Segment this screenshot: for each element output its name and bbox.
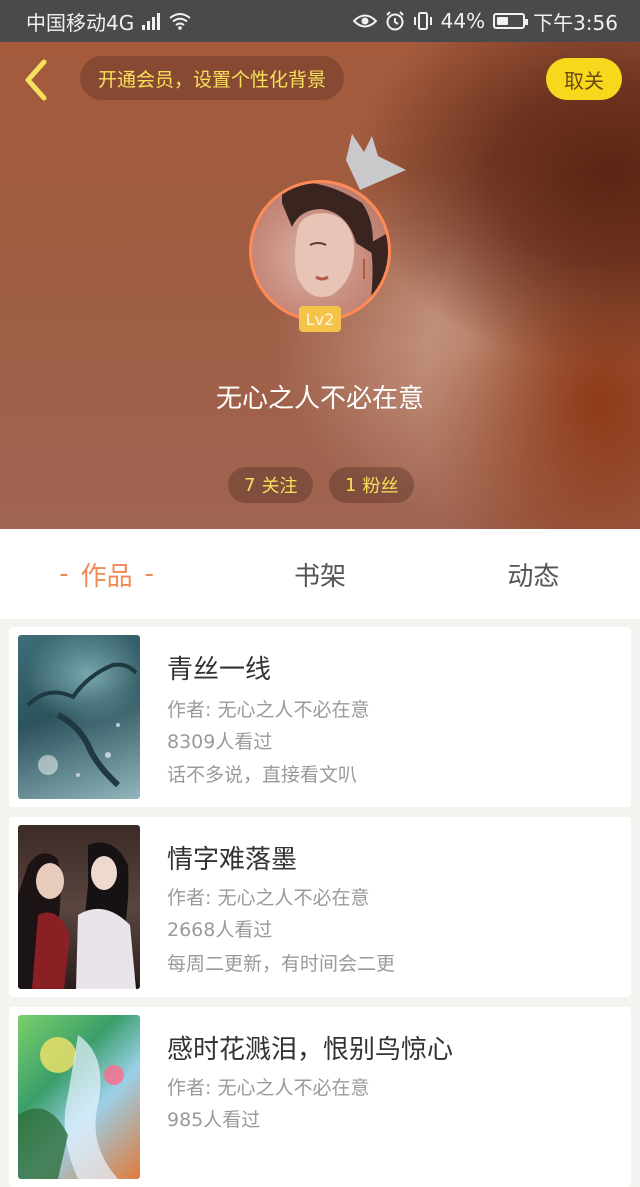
vip-prompt-text: 开通会员，设置个性化背景 xyxy=(98,68,327,91)
work-views: 985人看过 xyxy=(167,1109,261,1131)
profile-header: 开通会员，设置个性化背景 取关 Lv2 无心之人不必在意 7 关注 1 粉丝 xyxy=(0,42,640,529)
work-description: 每周二更新，有时间会二更 xyxy=(167,953,396,975)
work-title: 情字难落墨 xyxy=(167,845,298,875)
eye-icon xyxy=(352,14,377,28)
dragon-artwork-icon xyxy=(26,662,138,788)
followers-count-button[interactable]: 1 粉丝 xyxy=(329,467,415,503)
work-views: 8309人看过 xyxy=(167,731,273,753)
work-author: 作者: 无心之人不必在意 xyxy=(167,699,370,721)
work-cover-image xyxy=(18,1015,140,1179)
tab-works-decoration-left: - xyxy=(59,559,69,589)
username: 无心之人不必在意 xyxy=(215,384,424,414)
work-author: 作者: 无心之人不必在意 xyxy=(167,887,370,909)
two-figures-artwork-icon xyxy=(18,842,140,989)
tab-activity-label: 动态 xyxy=(507,561,560,592)
tab-bookshelf[interactable]: 书架 xyxy=(213,529,426,619)
avatar[interactable] xyxy=(249,180,391,322)
following-count: 7 xyxy=(244,474,256,496)
chevron-left-icon xyxy=(25,59,47,101)
following-count-button[interactable]: 7 关注 xyxy=(228,467,314,503)
signal-icon xyxy=(142,12,161,30)
tab-works-label: 作品 xyxy=(80,561,133,592)
work-cover-image xyxy=(18,635,140,799)
tab-works-decoration-right: - xyxy=(144,559,155,589)
tab-works[interactable]: - 作品 - xyxy=(0,529,213,619)
unfollow-button[interactable]: 取关 xyxy=(546,58,622,100)
work-card[interactable]: 青丝一线 作者: 无心之人不必在意 8309人看过 话不多说，直接看文叭 xyxy=(9,627,631,807)
work-author: 作者: 无心之人不必在意 xyxy=(167,1077,370,1099)
tab-activity[interactable]: 动态 xyxy=(427,529,640,619)
clock: 下午3:56 xyxy=(533,10,618,35)
status-bar: 中国移动4G 44% 下午3:56 xyxy=(0,0,640,42)
work-title: 感时花溅泪，恨别鸟惊心 xyxy=(167,1035,454,1065)
vip-background-prompt[interactable]: 开通会员，设置个性化背景 xyxy=(80,56,345,100)
profile-tabs: - 作品 - 书架 动态 xyxy=(0,529,640,619)
followers-count: 1 xyxy=(345,474,357,496)
work-title: 青丝一线 xyxy=(167,655,272,685)
avatar-portrait-icon xyxy=(282,183,388,319)
level-badge: Lv2 xyxy=(299,306,341,332)
followers-label: 粉丝 xyxy=(362,476,399,497)
work-card[interactable]: 感时花溅泪，恨别鸟惊心 作者: 无心之人不必在意 985人看过 xyxy=(9,1007,631,1187)
battery-icon xyxy=(493,13,529,29)
work-description: 话不多说，直接看文叭 xyxy=(167,764,358,786)
battery-percent: 44% xyxy=(440,9,486,33)
work-views: 2668人看过 xyxy=(167,919,273,941)
battery-level-fill xyxy=(497,17,509,25)
unfollow-label: 取关 xyxy=(564,68,604,93)
vibrate-icon xyxy=(413,12,432,30)
back-button[interactable] xyxy=(18,56,58,104)
wifi-icon xyxy=(169,13,191,30)
following-label: 关注 xyxy=(261,476,298,497)
colorful-artwork-icon xyxy=(18,1035,124,1179)
level-badge-text: Lv2 xyxy=(305,309,335,329)
carrier-label: 中国移动4G xyxy=(26,10,135,35)
tab-bookshelf-label: 书架 xyxy=(293,561,346,592)
work-cover-image xyxy=(18,825,140,989)
work-card[interactable]: 情字难落墨 作者: 无心之人不必在意 2668人看过 每周二更新，有时间会二更 xyxy=(9,817,631,997)
alarm-icon xyxy=(385,11,404,31)
